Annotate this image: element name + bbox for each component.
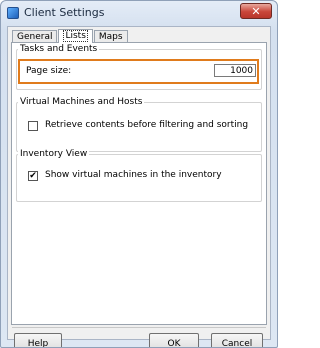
dialog-body: General Lists Maps Tasks and Events Page… <box>7 26 271 347</box>
close-button[interactable]: ✕ <box>240 3 272 19</box>
lists-tab-panel: Tasks and Events Page size: Virtual Mach… <box>11 42 267 325</box>
tab-lists-label: Lists <box>63 30 88 42</box>
inventory-view-group: Inventory View ✔ Show virtual machines i… <box>16 148 262 202</box>
vm-and-hosts-group: Virtual Machines and Hosts Retrieve cont… <box>16 96 262 152</box>
close-icon: ✕ <box>251 4 261 18</box>
cancel-button-label: Cancel <box>221 339 253 348</box>
tasks-and-events-title: Tasks and Events <box>18 43 100 55</box>
ok-button-label: OK <box>167 339 181 348</box>
show-vms-checkbox[interactable]: ✔ <box>28 171 38 181</box>
app-icon <box>7 7 19 19</box>
tab-lists[interactable]: Lists <box>58 29 93 43</box>
client-settings-window: Client Settings ✕ General Lists Maps Tas… <box>0 0 278 348</box>
ok-button[interactable]: OK <box>149 333 199 348</box>
tab-strip: General Lists Maps <box>12 29 129 43</box>
show-vms-label[interactable]: Show virtual machines in the inventory <box>45 170 222 180</box>
page-size-highlight: Page size: <box>18 59 259 84</box>
help-button[interactable]: Help <box>14 333 62 348</box>
page-size-input[interactable] <box>214 64 256 77</box>
checkmark-icon: ✔ <box>29 171 37 181</box>
help-button-label: Help <box>27 339 49 348</box>
inventory-view-title: Inventory View <box>18 148 90 160</box>
tab-maps-label: Maps <box>98 32 123 42</box>
vm-and-hosts-title: Virtual Machines and Hosts <box>18 96 145 108</box>
footer-divider <box>12 327 266 328</box>
cancel-button[interactable]: Cancel <box>211 333 263 348</box>
title-bar[interactable]: Client Settings ✕ <box>1 1 277 25</box>
window-title: Client Settings <box>24 6 105 19</box>
tab-general-label: General <box>17 32 53 42</box>
page-size-label: Page size: <box>26 66 72 76</box>
retrieve-contents-label[interactable]: Retrieve contents before filtering and s… <box>45 120 248 130</box>
retrieve-contents-checkbox[interactable] <box>28 121 38 131</box>
